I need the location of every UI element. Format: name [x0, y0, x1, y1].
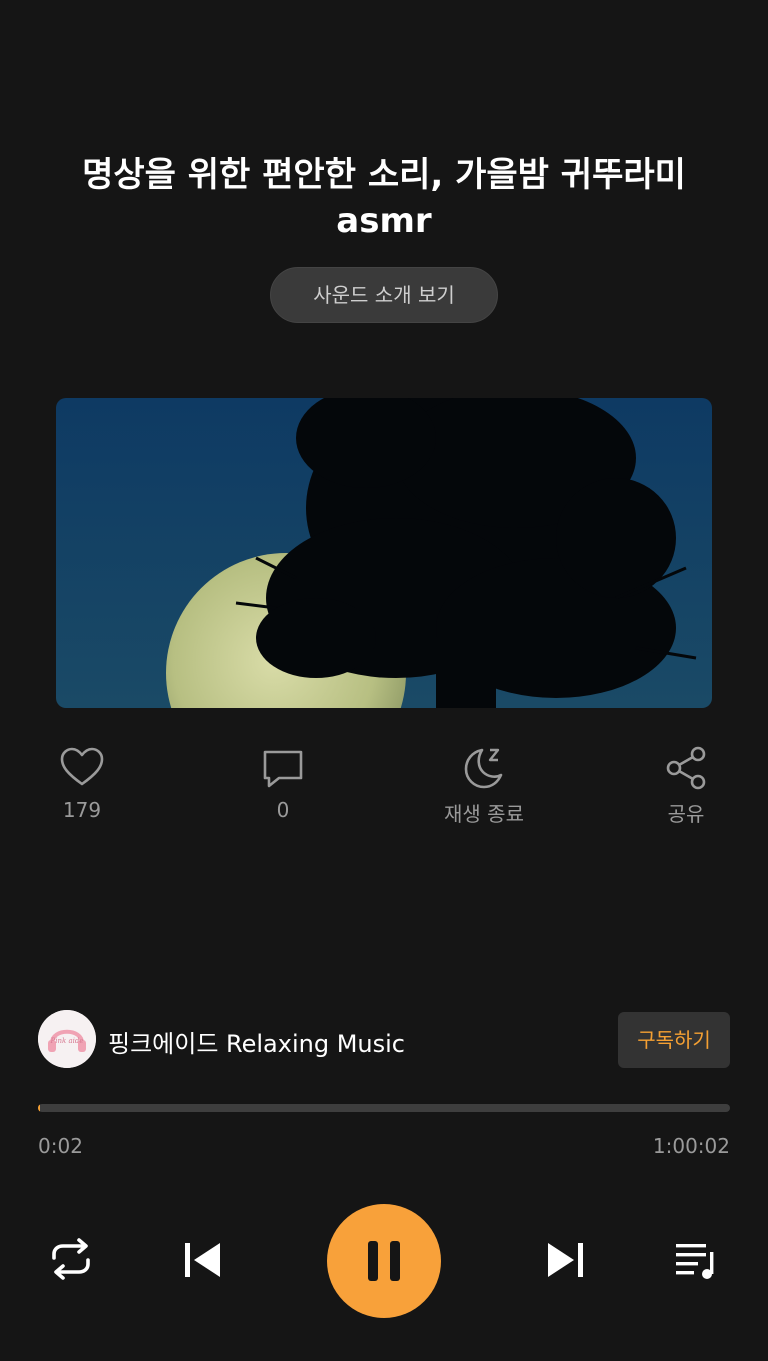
channel-avatar[interactable]: Pink aide	[38, 1010, 96, 1068]
repeat-icon	[52, 1238, 90, 1280]
share-button[interactable]: 공유	[626, 740, 746, 827]
pause-icon	[368, 1241, 400, 1281]
progress-bar[interactable]	[38, 1104, 730, 1112]
share-icon	[666, 746, 706, 790]
pause-button[interactable]	[327, 1204, 441, 1318]
total-duration: 1:00:02	[652, 1134, 730, 1158]
skip-next-icon	[548, 1243, 583, 1277]
channel-row: Pink aide 핑크에이드 Relaxing Music 구독하기	[38, 1010, 730, 1070]
heart-icon	[60, 747, 104, 786]
cover-image	[56, 398, 712, 708]
skip-previous-icon	[185, 1243, 220, 1277]
avatar-logo-text: Pink aide	[50, 1037, 84, 1045]
progress-fill	[38, 1104, 41, 1112]
track-title: 명상을 위한 편안한 소리, 가을밤 귀뚜라미 asmr	[82, 155, 686, 241]
channel-name[interactable]: 핑크에이드 Relaxing Music	[108, 1024, 405, 1059]
subscribe-button[interactable]: 구독하기	[618, 1012, 730, 1068]
sleep-timer-button[interactable]: 재생 종료	[424, 740, 544, 827]
comment-icon	[263, 750, 303, 788]
next-button[interactable]	[544, 1240, 588, 1284]
previous-button[interactable]	[180, 1240, 224, 1284]
sound-intro-button[interactable]: 사운드 소개 보기	[270, 267, 498, 323]
like-count: 179	[62, 798, 102, 822]
comment-count: 0	[276, 798, 290, 822]
repeat-button[interactable]	[48, 1236, 94, 1286]
sleep-timer-label: 재생 종료	[444, 802, 524, 826]
share-label: 공유	[667, 802, 705, 826]
moon-sleep-icon	[464, 748, 503, 789]
comment-button[interactable]: 0	[223, 740, 343, 822]
elapsed-time: 0:02	[38, 1134, 83, 1158]
playlist-button[interactable]	[672, 1238, 720, 1286]
playback-controls	[0, 1200, 768, 1320]
action-bar: 179 0 재생 종료 공유	[0, 740, 768, 840]
playlist-icon	[676, 1244, 714, 1279]
like-button[interactable]: 179	[22, 740, 142, 822]
